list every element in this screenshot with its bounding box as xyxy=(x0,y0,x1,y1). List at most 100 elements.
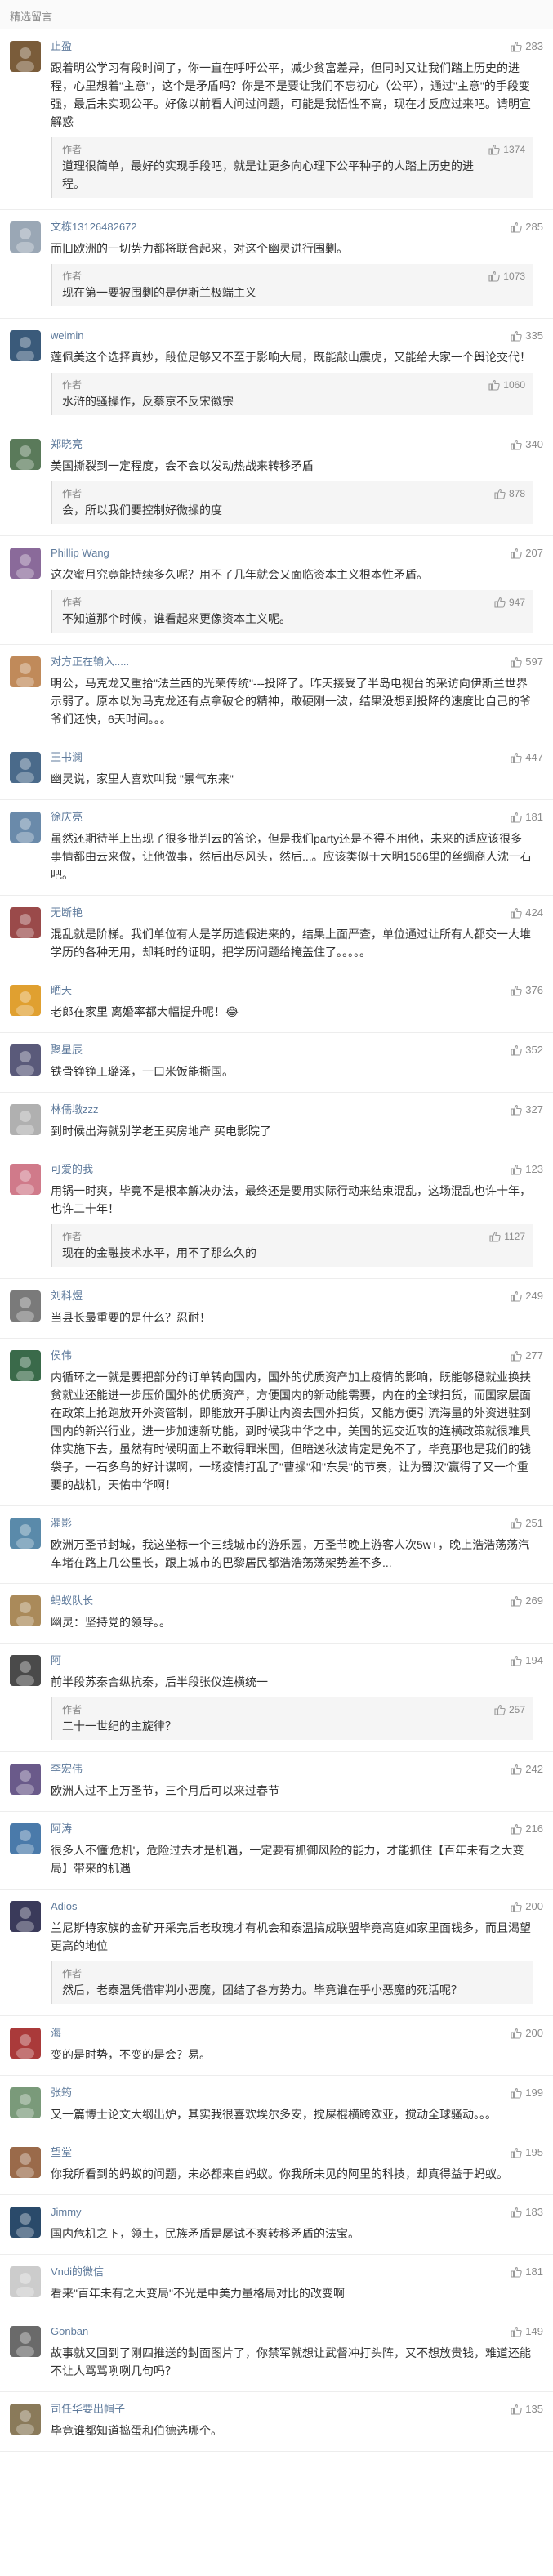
comment-text: 内循环之一就是要把部分的订单转向国内，国外的优质资产加上疫情的影响，既能够稳就业… xyxy=(51,1371,531,1491)
avatar[interactable] xyxy=(10,1350,41,1381)
like-button[interactable]: 195 xyxy=(511,2145,543,2160)
reply-like-button[interactable]: 257 xyxy=(494,1702,525,1717)
avatar[interactable] xyxy=(10,1290,41,1322)
commenter-name[interactable]: 林儒墩zzz xyxy=(51,1102,99,1117)
avatar[interactable] xyxy=(10,1901,41,1932)
commenter-name[interactable]: 郑晓亮 xyxy=(51,437,83,452)
reply-like-button[interactable]: 1073 xyxy=(488,269,525,284)
commenter-name[interactable]: 无断艳 xyxy=(51,906,83,920)
commenter-name[interactable]: 阿 xyxy=(51,1653,61,1668)
like-button[interactable]: 340 xyxy=(511,437,543,452)
avatar[interactable] xyxy=(10,656,41,687)
like-button[interactable]: 285 xyxy=(511,220,543,235)
like-button[interactable]: 149 xyxy=(511,2324,543,2339)
like-button[interactable]: 251 xyxy=(511,1516,543,1531)
avatar[interactable] xyxy=(10,41,41,72)
avatar[interactable] xyxy=(10,907,41,938)
like-button[interactable]: 181 xyxy=(511,2265,543,2279)
avatar[interactable] xyxy=(10,1164,41,1195)
avatar[interactable] xyxy=(10,221,41,253)
like-button[interactable]: 335 xyxy=(511,329,543,343)
avatar[interactable] xyxy=(10,1823,41,1854)
reply-text: 然后，老泰温凭借审判小恶魔，团结了各方势力。毕竟谁在乎小恶魔的死活呢？ xyxy=(62,1983,462,1997)
like-button[interactable]: 194 xyxy=(511,1653,543,1668)
reply-like-button[interactable]: 947 xyxy=(494,595,525,610)
avatar[interactable] xyxy=(10,1595,41,1626)
comment-item: 文栋13126482672 285 而旧欧洲的一切势力都将联合起来，对这个幽灵进行围… xyxy=(0,210,553,319)
commenter-name[interactable]: 望堂 xyxy=(51,2145,72,2160)
commenter-name[interactable]: 海 xyxy=(51,2026,61,2041)
like-button[interactable]: 249 xyxy=(511,1289,543,1304)
commenter-name[interactable]: 阿涛 xyxy=(51,1822,72,1836)
commenter-name[interactable]: 灈影 xyxy=(51,1516,72,1531)
commenter-name[interactable]: 对方正在输入..... xyxy=(51,655,129,669)
like-button[interactable]: 135 xyxy=(511,2402,543,2417)
commenter-name[interactable]: Jimmy xyxy=(51,2205,82,2220)
like-button[interactable]: 242 xyxy=(511,1762,543,1777)
commenter-name[interactable]: weimin xyxy=(51,329,83,343)
avatar[interactable] xyxy=(10,1764,41,1795)
like-button[interactable]: 283 xyxy=(511,39,543,54)
like-button[interactable]: 200 xyxy=(511,2026,543,2041)
commenter-name[interactable]: 刘科煜 xyxy=(51,1289,83,1304)
reply-like-button[interactable]: 1127 xyxy=(489,1229,525,1244)
reply-like-button[interactable]: 1060 xyxy=(488,378,525,392)
avatar[interactable] xyxy=(10,439,41,470)
avatar[interactable] xyxy=(10,1518,41,1549)
like-button[interactable]: 181 xyxy=(511,810,543,825)
commenter-name[interactable]: 李宏伟 xyxy=(51,1762,83,1777)
commenter-name[interactable]: 王书澜 xyxy=(51,750,83,765)
commenter-name[interactable]: 晒天 xyxy=(51,983,72,998)
like-button[interactable]: 424 xyxy=(511,906,543,920)
avatar[interactable] xyxy=(10,1104,41,1135)
comment-item: 李宏伟 242 欧洲人过不上万圣节，三个月后可以来过春节 xyxy=(0,1752,553,1812)
avatar[interactable] xyxy=(10,1044,41,1076)
like-button[interactable]: 123 xyxy=(511,1162,543,1177)
commenter-name[interactable]: Vndi的微信 xyxy=(51,2265,104,2279)
like-button[interactable]: 597 xyxy=(511,655,543,669)
avatar[interactable] xyxy=(10,985,41,1016)
comment-text: 你我所看到的蚂蚁的问题，未必都来自蚂蚁。你我所未见的阿里的科技，却真得益于蚂蚁。 xyxy=(51,2167,508,2180)
like-button[interactable]: 447 xyxy=(511,750,543,765)
reply-like-button[interactable]: 878 xyxy=(494,486,525,501)
commenter-name[interactable]: Gonban xyxy=(51,2324,88,2339)
thumbs-up-icon xyxy=(511,1901,522,1912)
like-button[interactable]: 376 xyxy=(511,983,543,998)
avatar[interactable] xyxy=(10,2147,41,2178)
avatar[interactable] xyxy=(10,752,41,783)
like-button[interactable]: 207 xyxy=(511,546,543,561)
like-button[interactable]: 327 xyxy=(511,1102,543,1117)
avatar[interactable] xyxy=(10,812,41,843)
like-button[interactable]: 352 xyxy=(511,1043,543,1058)
commenter-name[interactable]: 可爱的我 xyxy=(51,1162,93,1177)
commenter-name[interactable]: 侯伟 xyxy=(51,1348,72,1363)
avatar[interactable] xyxy=(10,2207,41,2238)
commenter-name[interactable]: 司任华要出帽子 xyxy=(51,2402,125,2417)
avatar[interactable] xyxy=(10,548,41,579)
avatar[interactable] xyxy=(10,2266,41,2297)
reply-author-label: 作者 xyxy=(62,1704,83,1715)
avatar[interactable] xyxy=(10,2028,41,2059)
commenter-name[interactable]: 张筠 xyxy=(51,2086,72,2100)
like-button[interactable]: 277 xyxy=(511,1348,543,1363)
commenter-name[interactable]: Adios xyxy=(51,1899,78,1914)
like-button[interactable]: 216 xyxy=(511,1822,543,1836)
like-button[interactable]: 199 xyxy=(511,2086,543,2100)
avatar[interactable] xyxy=(10,2404,41,2435)
like-button[interactable]: 183 xyxy=(511,2205,543,2220)
like-button[interactable]: 269 xyxy=(511,1594,543,1608)
commenter-name[interactable]: 蚂蚁队长 xyxy=(51,1594,93,1608)
reply-like-button[interactable]: 1374 xyxy=(488,142,525,157)
avatar[interactable] xyxy=(10,1655,41,1686)
commenter-name[interactable]: 文栋13126482672 xyxy=(51,220,137,235)
commenter-name[interactable]: 聚星辰 xyxy=(51,1043,83,1058)
comment-item: 无断艳 424 混乱就是阶梯。我们单位有人是学历造假进来的，结果上面严查，单位通过让… xyxy=(0,896,553,973)
avatar[interactable] xyxy=(10,2087,41,2118)
commenter-name[interactable]: 止盈 xyxy=(51,39,72,54)
commenter-name[interactable]: Phillip Wang xyxy=(51,546,109,561)
avatar[interactable] xyxy=(10,2326,41,2357)
commenter-name[interactable]: 徐庆亮 xyxy=(51,810,83,825)
like-button[interactable]: 200 xyxy=(511,1899,543,1914)
reply-author-label: 作者 xyxy=(62,1968,83,1979)
avatar[interactable] xyxy=(10,330,41,361)
